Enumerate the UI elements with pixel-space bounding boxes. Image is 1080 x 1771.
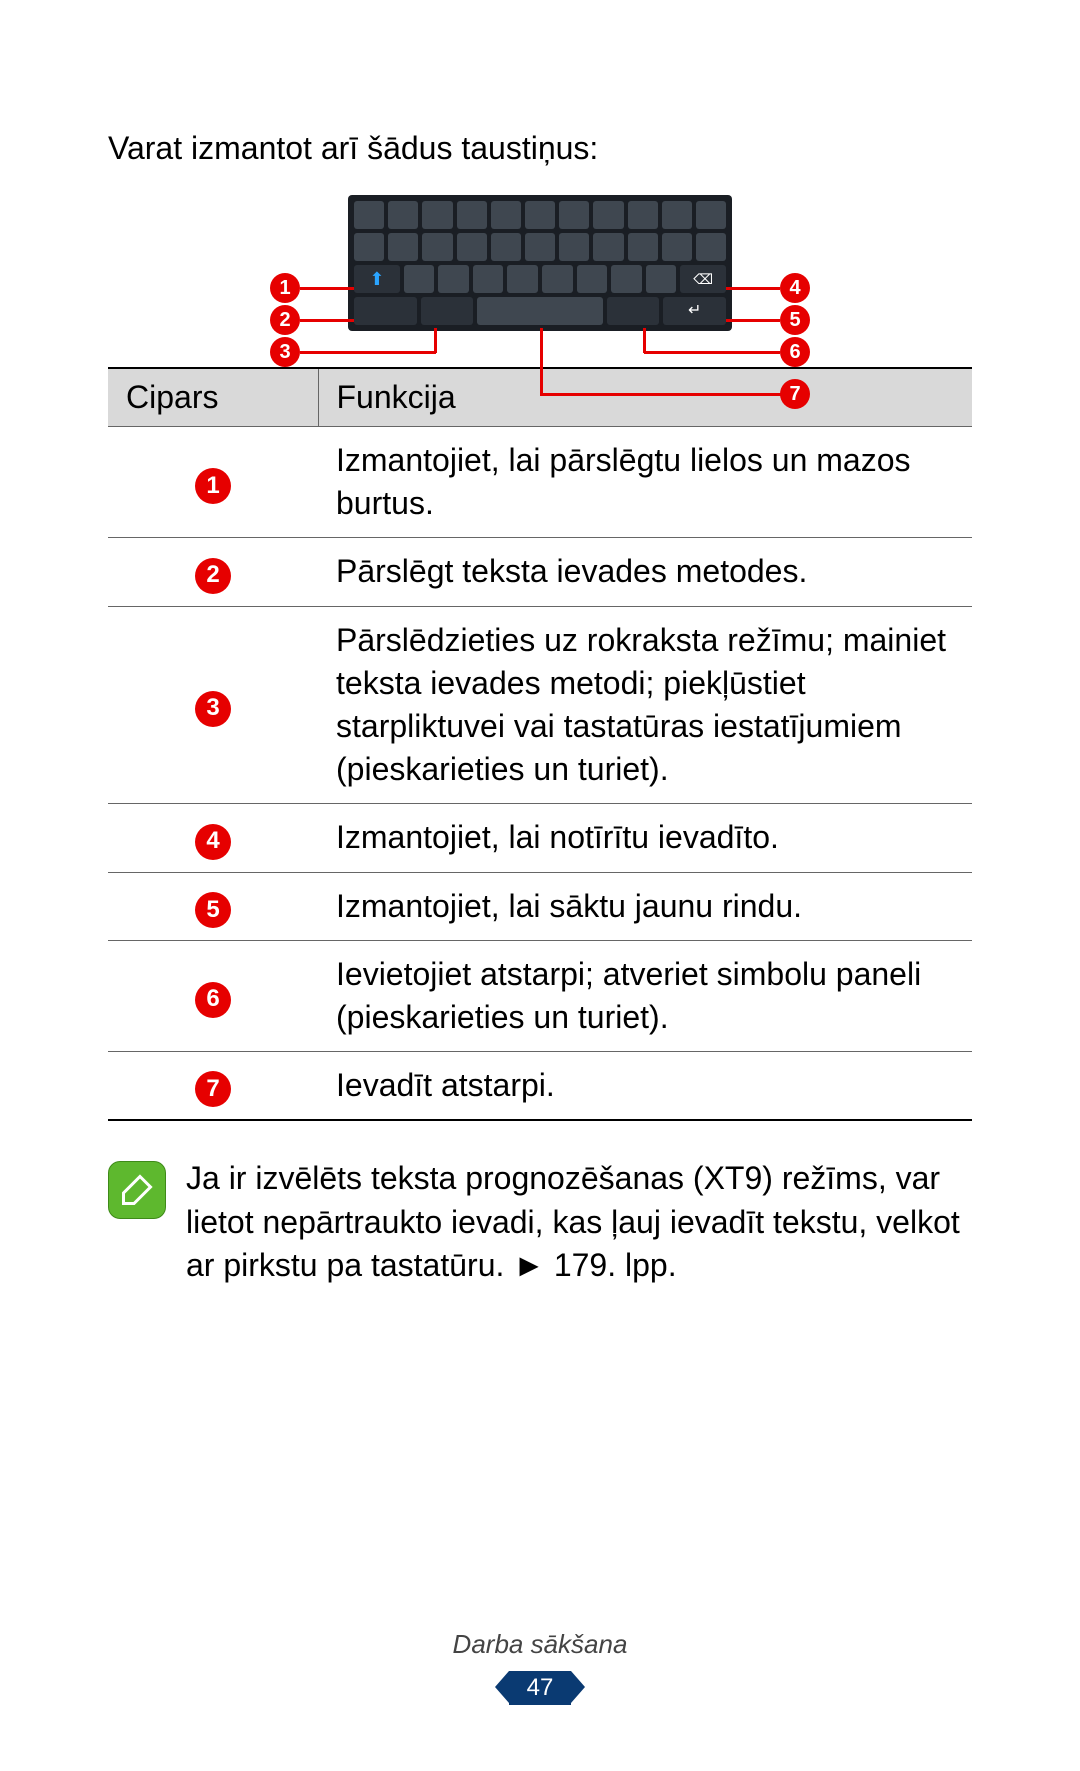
callout-7: 7 [780,379,810,409]
table-row: 2 Pārslēgt teksta ievades metodes. [108,538,972,606]
keyboard: ⬆ ⌫ ↵ [348,195,732,331]
callout-4: 4 [780,273,810,303]
footer-label: Darba sākšana [0,1629,1080,1660]
enter-key-icon: ↵ [663,297,726,325]
callout-5: 5 [780,305,810,335]
row-function: Pārslēdzieties uz rokraksta režīmu; main… [318,606,972,804]
table-row: 1 Izmantojiet, lai pārslēgtu lielos un ma… [108,427,972,538]
row-function: Ievadīt atstarpi. [318,1052,972,1121]
mode-key-left [421,297,474,325]
note-text: Ja ir izvēlēts teksta prognozēšanas (XT9… [186,1157,972,1287]
backspace-key-icon: ⌫ [680,265,726,293]
table-row: 4 Izmantojiet, lai notīrītu ievadīto. [108,804,972,872]
table-header-function: Funkcija [318,368,972,427]
row-badge: 2 [195,558,231,594]
table-row: 5 Izmantojiet, lai sāktu jaunu rindu. [108,872,972,940]
function-table: Cipars Funkcija 1 Izmantojiet, lai pārslē… [108,367,972,1121]
row-badge: 1 [195,468,231,504]
spacebar-key [477,297,602,325]
row-badge: 5 [195,892,231,928]
row-badge: 3 [195,691,231,727]
row-function: Ievietojiet atstarpi; atveriet simbolu p… [318,940,972,1051]
page-number: 47 [509,1671,572,1705]
page-footer: Darba sākšana 47 [0,1629,1080,1705]
callout-2: 2 [270,305,300,335]
note-block: Ja ir izvēlēts teksta prognozēšanas (XT9… [108,1157,972,1287]
table-row: 7 Ievadīt atstarpi. [108,1052,972,1121]
row-function: Izmantojiet, lai pārslēgtu lielos un maz… [318,427,972,538]
callout-6: 6 [780,337,810,367]
table-row: 6 Ievietojiet atstarpi; atveriet simbolu … [108,940,972,1051]
row-function: Izmantojiet, lai sāktu jaunu rindu. [318,872,972,940]
mode-key-right [607,297,660,325]
row-function: Pārslēgt teksta ievades metodes. [318,538,972,606]
table-row: 3 Pārslēdzieties uz rokraksta režīmu; mai… [108,606,972,804]
note-icon [108,1161,166,1219]
table-header-number: Cipars [108,368,318,427]
row-badge: 7 [195,1071,231,1107]
callout-1: 1 [270,273,300,303]
intro-text: Varat izmantot arī šādus taustiņus: [108,130,972,167]
row-badge: 6 [195,982,231,1018]
row-function: Izmantojiet, lai notīrītu ievadīto. [318,804,972,872]
row-badge: 4 [195,824,231,860]
keyboard-illustration: ⬆⌫ ↵ 1 2 3 4 5 6 7 [108,195,972,331]
bottom-left-key [354,297,417,325]
callout-3: 3 [270,337,300,367]
shift-key-icon: ⬆ [354,265,400,293]
